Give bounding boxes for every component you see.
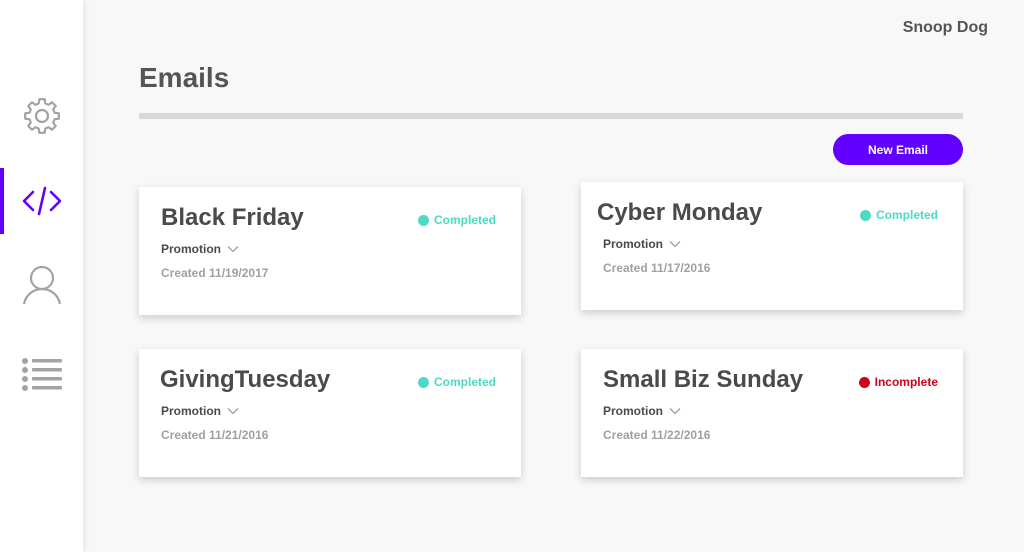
- email-card[interactable]: Small Biz Sunday Incomplete Promotion Cr…: [581, 349, 963, 477]
- category-label: Promotion: [161, 404, 221, 418]
- page-title: Emails: [139, 62, 230, 93]
- email-title: GivingTuesday: [160, 366, 331, 393]
- email-card[interactable]: Cyber Monday Completed Promotion Created…: [581, 182, 963, 310]
- email-title: Black Friday: [161, 204, 304, 231]
- chevron-down-icon: [221, 404, 239, 418]
- gear-icon: [22, 96, 62, 136]
- category-label: Promotion: [603, 237, 663, 251]
- email-title: Cyber Monday: [597, 199, 763, 226]
- status-dot: [858, 376, 870, 388]
- category-dropdown[interactable]: Promotion: [161, 242, 239, 256]
- email-card[interactable]: GivingTuesday Completed Promotion Create…: [139, 349, 521, 477]
- status-badge: Completed: [417, 213, 496, 227]
- created-date: Created 11/19/2017: [161, 266, 269, 280]
- status-badge: Completed: [859, 208, 938, 222]
- created-date: Created 11/21/2016: [161, 428, 269, 442]
- new-email-button[interactable]: New Email: [833, 134, 963, 165]
- divider: [139, 113, 963, 119]
- nav-item-settings[interactable]: [0, 83, 83, 149]
- status-dot: [417, 376, 429, 388]
- user-icon: [22, 264, 62, 306]
- nav-item-code[interactable]: [0, 168, 83, 234]
- chevron-down-icon: [663, 404, 681, 418]
- chevron-down-icon: [221, 242, 239, 256]
- nav-item-profile[interactable]: [0, 252, 83, 318]
- status-dot: [417, 214, 429, 226]
- status-label: Completed: [433, 213, 496, 227]
- status-badge: Incomplete: [858, 375, 938, 389]
- category-dropdown[interactable]: Promotion: [603, 237, 681, 251]
- created-date: Created 11/17/2016: [603, 261, 711, 275]
- sidebar: [0, 0, 83, 552]
- category-label: Promotion: [603, 404, 663, 418]
- category-label: Promotion: [161, 242, 221, 256]
- status-label: Completed: [433, 375, 496, 389]
- user-name[interactable]: Snoop Dog: [903, 19, 988, 37]
- category-dropdown[interactable]: Promotion: [161, 404, 239, 418]
- list-icon: [21, 357, 63, 391]
- email-title: Small Biz Sunday: [603, 366, 804, 393]
- status-label: Completed: [875, 208, 938, 222]
- status-dot: [859, 209, 871, 221]
- chevron-down-icon: [663, 237, 681, 251]
- category-dropdown[interactable]: Promotion: [603, 404, 681, 418]
- code-icon: [21, 184, 63, 218]
- status-badge: Completed: [417, 375, 496, 389]
- nav-item-list[interactable]: [0, 341, 83, 407]
- created-date: Created 11/22/2016: [603, 428, 711, 442]
- status-label: Incomplete: [874, 375, 938, 389]
- email-card[interactable]: Black Friday Completed Promotion Created…: [139, 187, 521, 315]
